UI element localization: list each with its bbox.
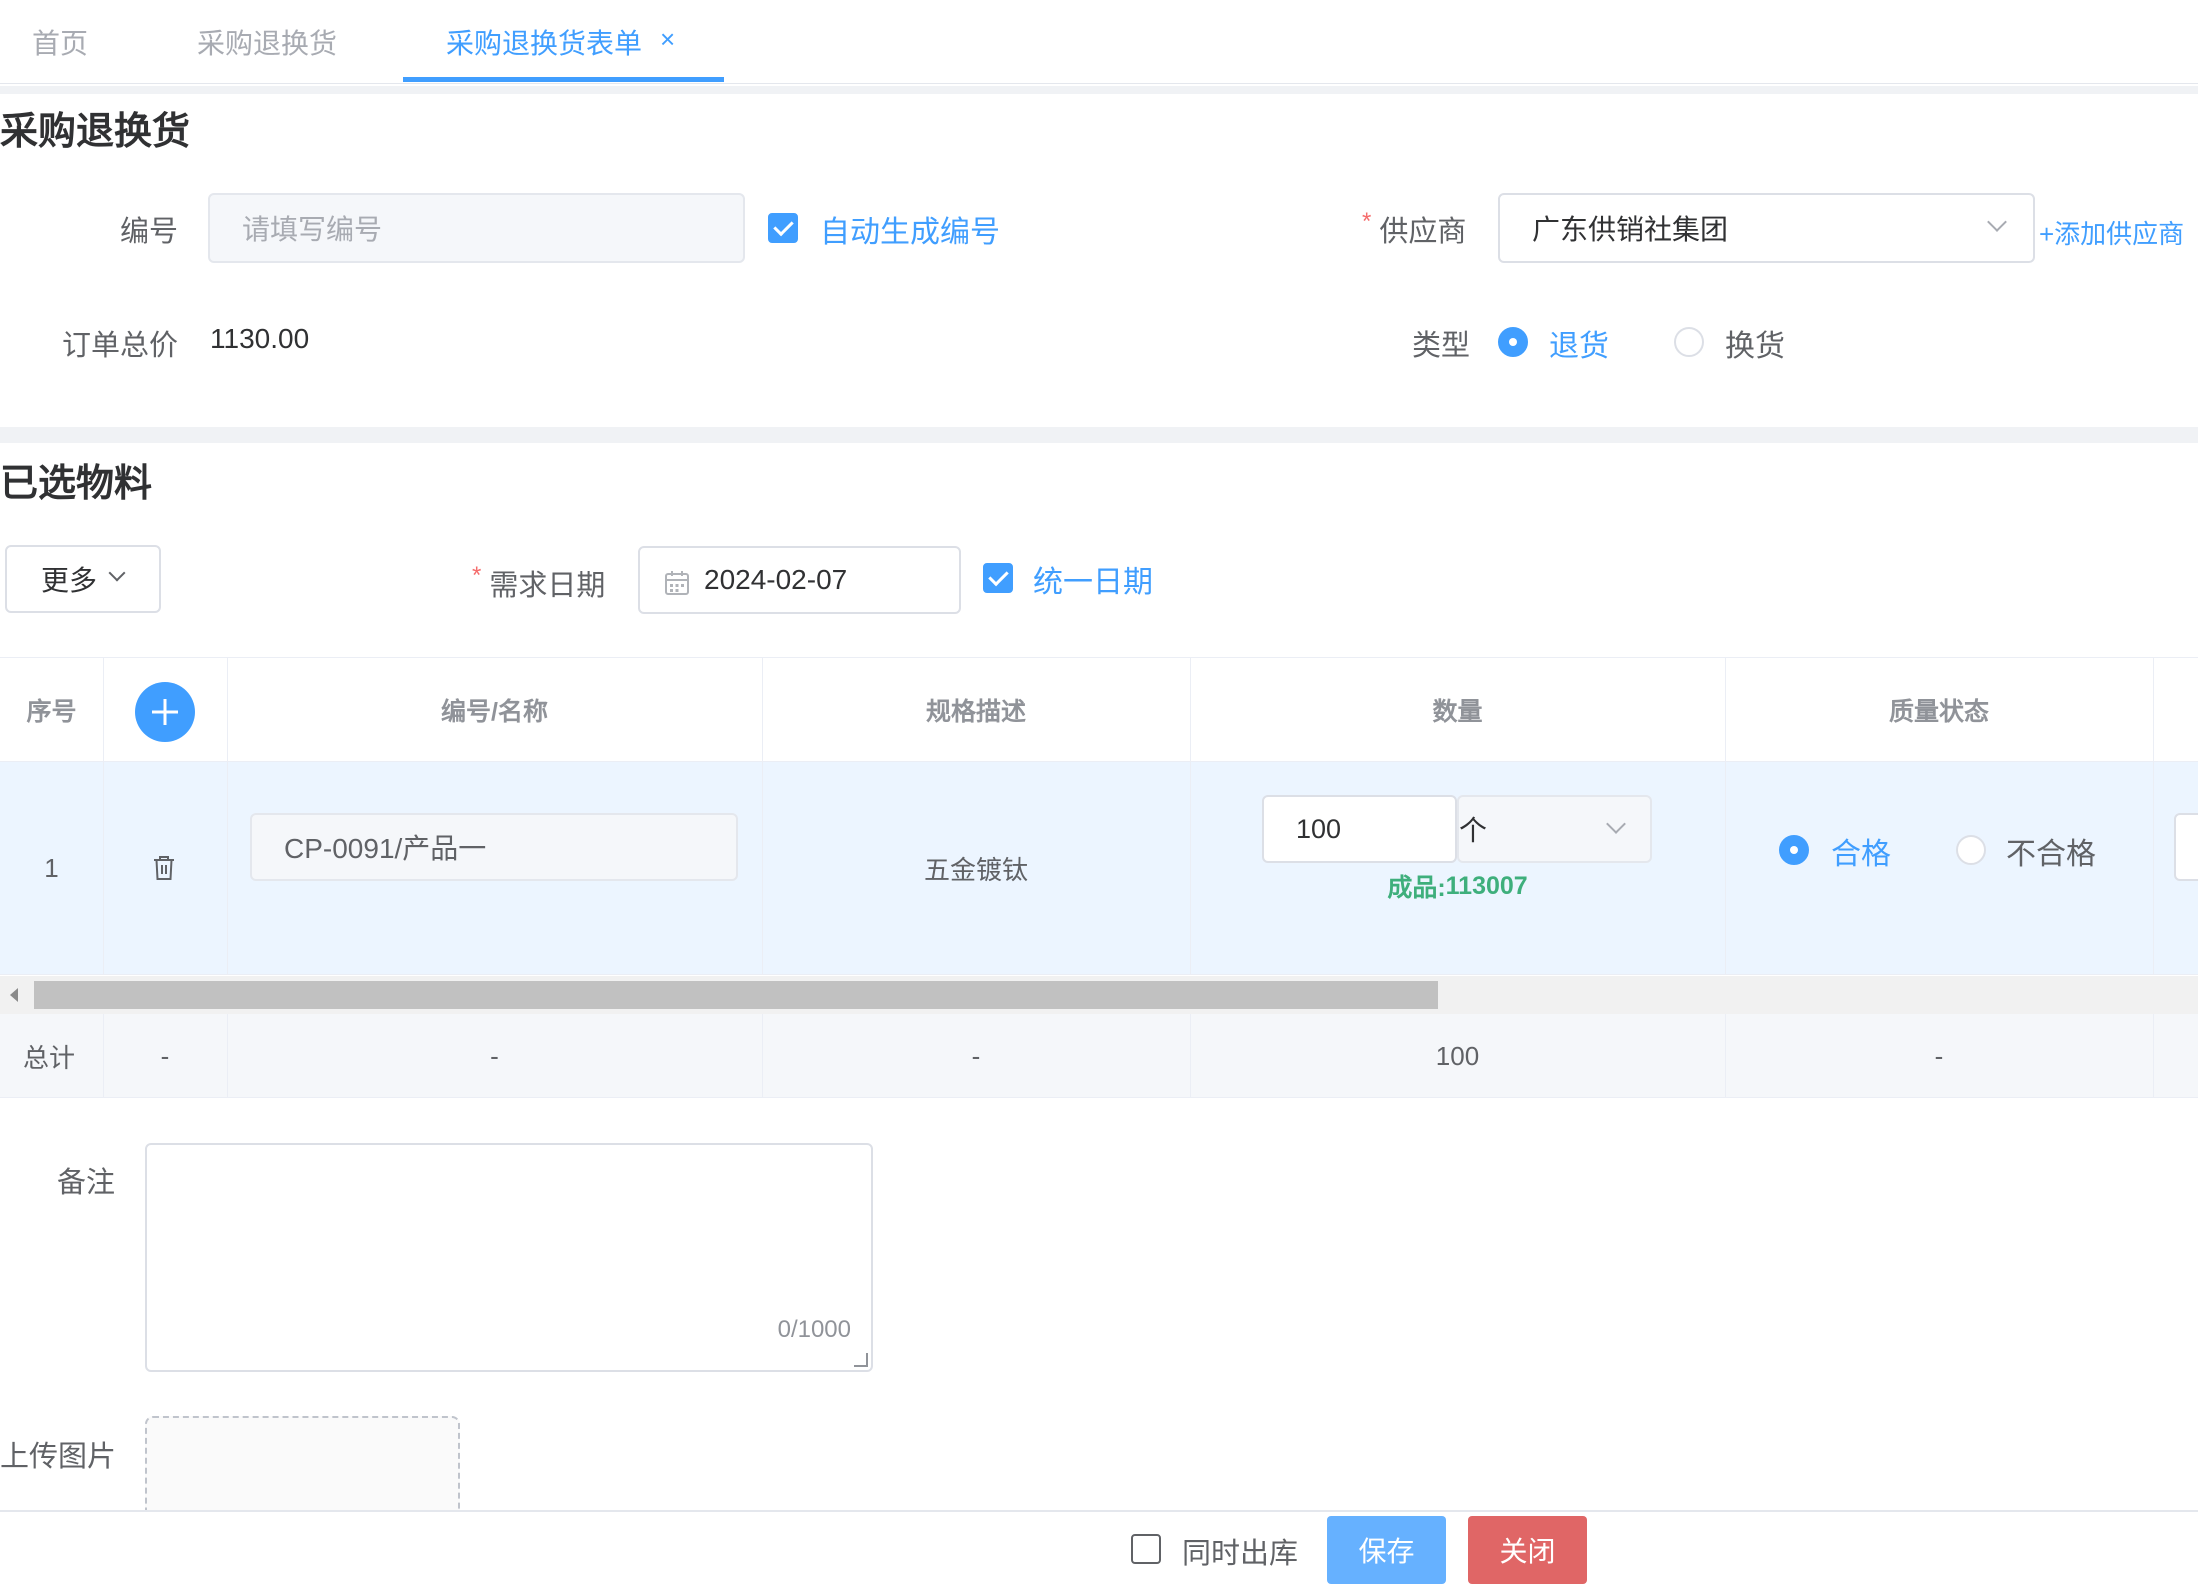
header-qty: 数量 <box>1432 698 1483 726</box>
row-index: 1 <box>44 853 59 883</box>
remark-counter: 0/1000 <box>777 1316 851 1343</box>
tab-purchase-return[interactable]: 采购退换货 <box>197 22 337 62</box>
qty-input[interactable]: 100 <box>1262 795 1457 863</box>
header-index: 序号 <box>26 698 77 726</box>
quality-fail-label[interactable]: 不合格 <box>2006 829 2096 873</box>
supplier-select[interactable]: 广东供销社集团 <box>1498 193 2035 263</box>
close-icon[interactable]: × <box>660 24 675 55</box>
quality-pass-label[interactable]: 合格 <box>1831 829 1891 873</box>
auto-code-label[interactable]: 自动生成编号 <box>820 207 1000 251</box>
summary-cell: - <box>1934 1040 1944 1071</box>
unify-date-checkbox[interactable] <box>983 563 1013 593</box>
code-input[interactable]: 请填写编号 <box>208 193 745 263</box>
date-label-text: 需求日期 <box>489 570 606 602</box>
page-title: 采购退换货 <box>0 111 191 153</box>
next-column-input[interactable] <box>2174 813 2198 881</box>
summary-cell: - <box>971 1040 981 1071</box>
remark-label: 备注 <box>57 1167 116 1199</box>
required-mark: * <box>1362 208 1372 235</box>
supplier-label: * 供应商 <box>1362 208 1466 250</box>
materials-title: 已选物料 <box>0 463 153 505</box>
footer-bar: 同时出库 保存 关闭 <box>0 1510 2198 1596</box>
code-label: 编号 <box>120 216 179 248</box>
chevron-down-icon <box>1606 814 1626 834</box>
stock-out-label[interactable]: 同时出库 <box>1182 1530 1298 1572</box>
materials-table: 序号 编号/名称 规格描述 数量 质量状态 1 CP-0091/产品一 五金镀钛… <box>0 657 2198 1098</box>
date-value: 2024-02-07 <box>704 564 848 595</box>
remark-textarea[interactable]: 0/1000 <box>145 1143 873 1372</box>
quality-fail-radio[interactable] <box>1956 835 1986 865</box>
upload-label: 上传图片 <box>0 1441 117 1473</box>
tab-home[interactable]: 首页 <box>32 22 88 62</box>
quality-pass-radio[interactable] <box>1779 835 1809 865</box>
required-mark: * <box>472 562 482 589</box>
code-name-input[interactable]: CP-0091/产品一 <box>250 813 738 881</box>
auto-code-checkbox[interactable] <box>768 213 798 243</box>
more-button[interactable]: 更多 <box>5 545 161 613</box>
close-button[interactable]: 关闭 <box>1468 1516 1587 1584</box>
summary-qty: 100 <box>1435 1040 1480 1071</box>
save-button[interactable]: 保存 <box>1327 1516 1446 1584</box>
stock-out-checkbox[interactable] <box>1131 1534 1161 1564</box>
resize-handle-icon[interactable] <box>854 1353 868 1367</box>
date-label: * 需求日期 <box>472 562 605 604</box>
table-header-row: 序号 编号/名称 规格描述 数量 质量状态 <box>0 658 2198 762</box>
summary-row: 总计 - - - 100 - <box>0 1014 2198 1098</box>
active-tab-indicator <box>403 77 724 82</box>
scroll-left-arrow-icon[interactable] <box>10 988 18 1002</box>
code-name-value: CP-0091/产品一 <box>284 833 487 864</box>
type-exchange-radio[interactable] <box>1674 327 1704 357</box>
qty-value: 100 <box>1296 813 1342 844</box>
image-upload-box[interactable] <box>145 1416 460 1516</box>
type-exchange-label[interactable]: 换货 <box>1725 321 1785 365</box>
horizontal-scrollbar[interactable] <box>0 976 2198 1014</box>
chevron-down-icon <box>108 564 126 582</box>
unit-select[interactable]: 个 <box>1457 795 1652 863</box>
supplier-value: 广东供销社集团 <box>1532 214 1729 245</box>
spec-value: 五金镀钛 <box>923 855 1028 885</box>
type-return-label[interactable]: 退货 <box>1549 321 1609 365</box>
total-label: 订单总价 <box>62 330 179 362</box>
stock-info: 成品: 113007 <box>1190 868 1725 904</box>
unify-date-label[interactable]: 统一日期 <box>1033 557 1153 601</box>
calendar-icon <box>665 571 689 595</box>
stock-prefix: 成品: <box>1387 874 1446 902</box>
more-button-label: 更多 <box>41 565 98 596</box>
table-row: 1 CP-0091/产品一 五金镀钛 100 个 成品: 113007 合格 不合… <box>0 762 2198 975</box>
summary-cell: - <box>160 1040 170 1071</box>
date-picker[interactable]: 2024-02-07 <box>638 546 961 614</box>
header-code-name: 编号/名称 <box>441 698 548 726</box>
total-value: 1130.00 <box>210 323 310 354</box>
stock-value: 113007 <box>1445 871 1528 900</box>
tab-bar: 首页 采购退换货 采购退换货表单 × <box>0 0 2198 84</box>
trash-icon[interactable] <box>152 855 176 881</box>
header-spec: 规格描述 <box>925 698 1026 726</box>
header-quality: 质量状态 <box>1888 698 1989 726</box>
code-placeholder: 请填写编号 <box>242 214 383 245</box>
scrollbar-thumb[interactable] <box>34 981 1438 1009</box>
divider <box>0 86 2198 94</box>
add-supplier-link[interactable]: +添加供应商 <box>2039 214 2184 251</box>
plus-icon[interactable] <box>135 682 195 742</box>
unit-value: 个 <box>1459 815 1488 846</box>
tab-purchase-return-form[interactable]: 采购退换货表单 <box>446 22 642 62</box>
chevron-down-icon <box>1987 212 2007 232</box>
section-divider <box>0 427 2198 443</box>
type-return-radio[interactable] <box>1498 327 1528 357</box>
summary-cell: - <box>490 1040 499 1071</box>
type-label: 类型 <box>1412 330 1471 362</box>
supplier-label-text: 供应商 <box>1379 216 1467 248</box>
summary-label: 总计 <box>22 1042 75 1073</box>
